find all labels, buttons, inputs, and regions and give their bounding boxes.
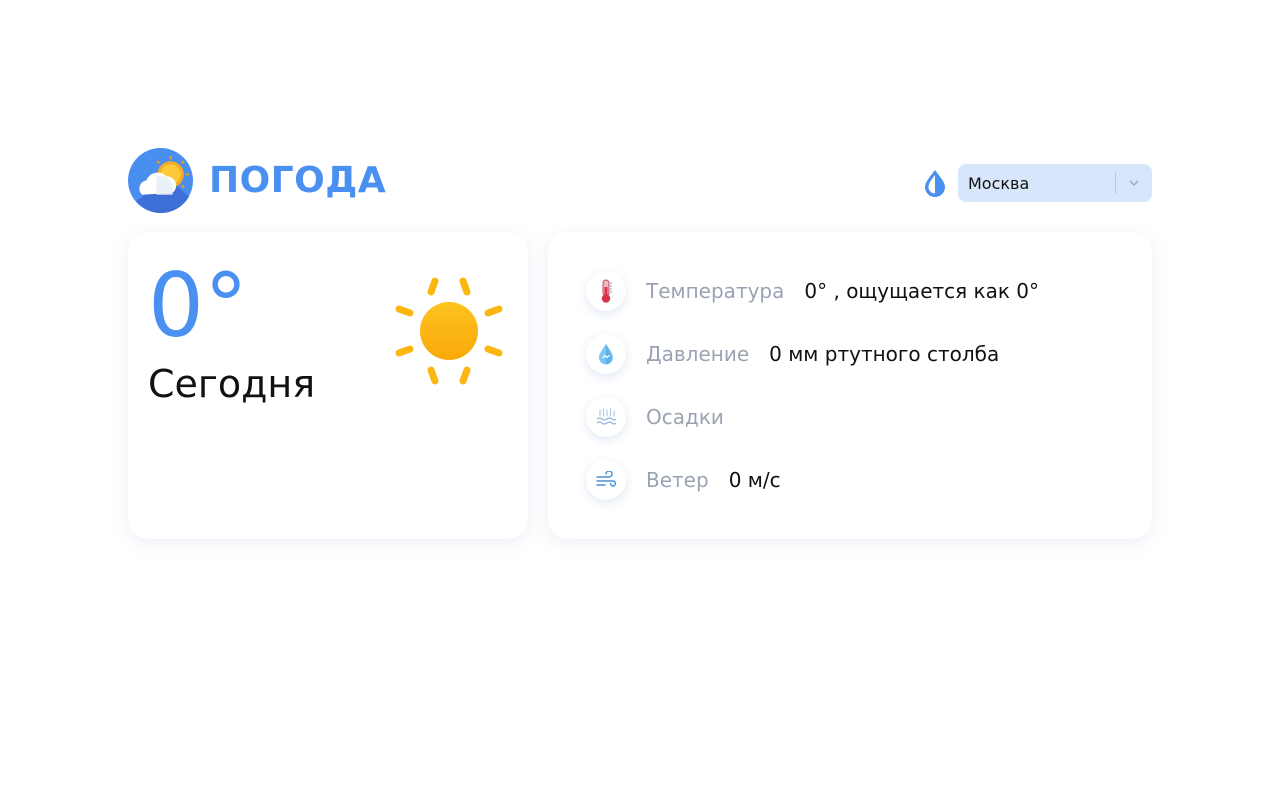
detail-row-temperature: Температура 0° , ощущается как 0° [586,270,1039,312]
logo: ПОГОДА [128,148,386,213]
city-select-value: Москва [968,173,1030,193]
cloud-sun-logo-icon [128,148,193,213]
drop-icon[interactable] [922,169,948,197]
today-label: Сегодня [148,362,316,406]
cards: 0° Сегодня Температура 0° , ощущается ка… [128,232,1152,539]
details-card: Температура 0° , ощущается как 0° Давлен… [548,232,1152,539]
pressure-icon [586,334,626,374]
select-separator [1115,172,1116,194]
header-controls: Москва [922,164,1152,202]
detail-label: Ветер [646,468,709,492]
chevron-down-icon[interactable] [1126,175,1142,191]
city-select[interactable]: Москва [958,164,1152,202]
today-card: 0° Сегодня [128,232,528,539]
detail-row-pressure: Давление 0 мм ртутного столба [586,333,999,375]
detail-value: 0 мм ртутного столба [769,342,1000,366]
thermometer-icon [586,271,626,311]
header: ПОГОДА Москва [128,148,1152,214]
weather-app: ПОГОДА Москва 0° Сегодня Температура 0° … [128,148,1152,539]
detail-value: 0° , ощущается как 0° [804,279,1040,303]
detail-row-wind: Ветер 0 м/с [586,459,781,501]
wind-icon [586,460,626,500]
detail-value: 0 м/с [728,468,781,492]
app-title: ПОГОДА [209,160,387,201]
precipitation-icon [586,397,626,437]
current-temperature: 0° [148,254,248,357]
detail-label: Осадки [646,405,724,429]
detail-label: Давление [646,342,750,366]
sun-icon [395,277,503,385]
detail-row-precipitation: Осадки [586,396,744,438]
detail-label: Температура [646,279,785,303]
